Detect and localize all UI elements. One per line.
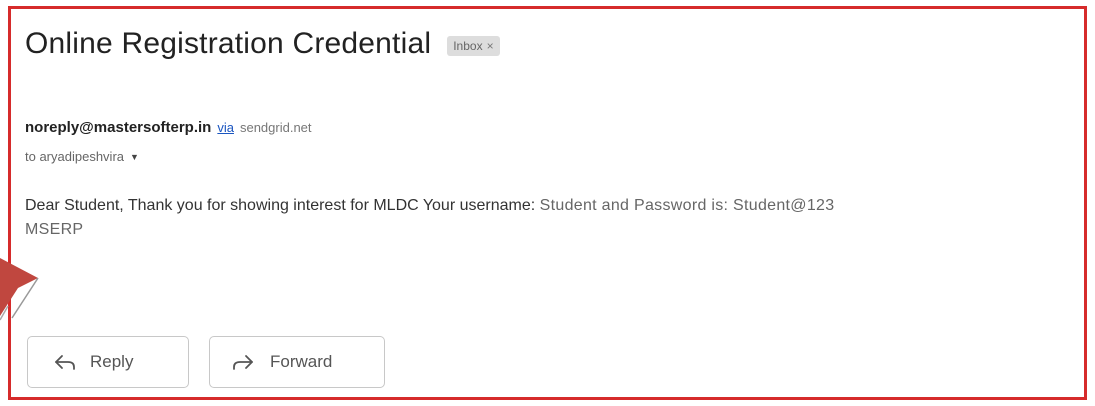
forward-icon [232, 354, 254, 370]
inbox-label-text: Inbox [453, 39, 483, 53]
reply-button[interactable]: Reply [27, 336, 189, 388]
sender-row: noreply@mastersofterp.in via sendgrid.ne… [25, 119, 312, 136]
recipient-row[interactable]: to aryadipeshvira ▼ [25, 149, 139, 164]
caret-down-icon[interactable]: ▼ [130, 152, 139, 162]
forward-button[interactable]: Forward [209, 336, 385, 388]
body-text-part2: Student and Password is: Student@123 [539, 197, 835, 214]
email-highlight-frame: Online Registration Credential Inbox × n… [8, 6, 1087, 400]
inbox-label-chip[interactable]: Inbox × [447, 36, 500, 56]
forward-label: Forward [270, 352, 333, 371]
recipient-text: to aryadipeshvira [25, 149, 124, 164]
remove-label-icon[interactable]: × [487, 39, 494, 53]
sender-email: noreply@mastersofterp.in [25, 119, 212, 136]
body-text-part1: Dear Student, Thank you for showing inte… [25, 197, 536, 214]
action-buttons: Reply Forward [27, 336, 385, 388]
arrow-pointer-icon [0, 258, 46, 333]
reply-icon [54, 354, 76, 370]
via-domain: sendgrid.net [239, 120, 312, 135]
email-subject: Online Registration Credential [25, 27, 432, 60]
reply-label: Reply [90, 352, 134, 371]
subject-row: Online Registration Credential Inbox × [25, 27, 500, 61]
email-body: Dear Student, Thank you for showing inte… [25, 194, 1084, 242]
body-text-line2: MSERP [25, 221, 84, 238]
via-link[interactable]: via [217, 120, 234, 135]
